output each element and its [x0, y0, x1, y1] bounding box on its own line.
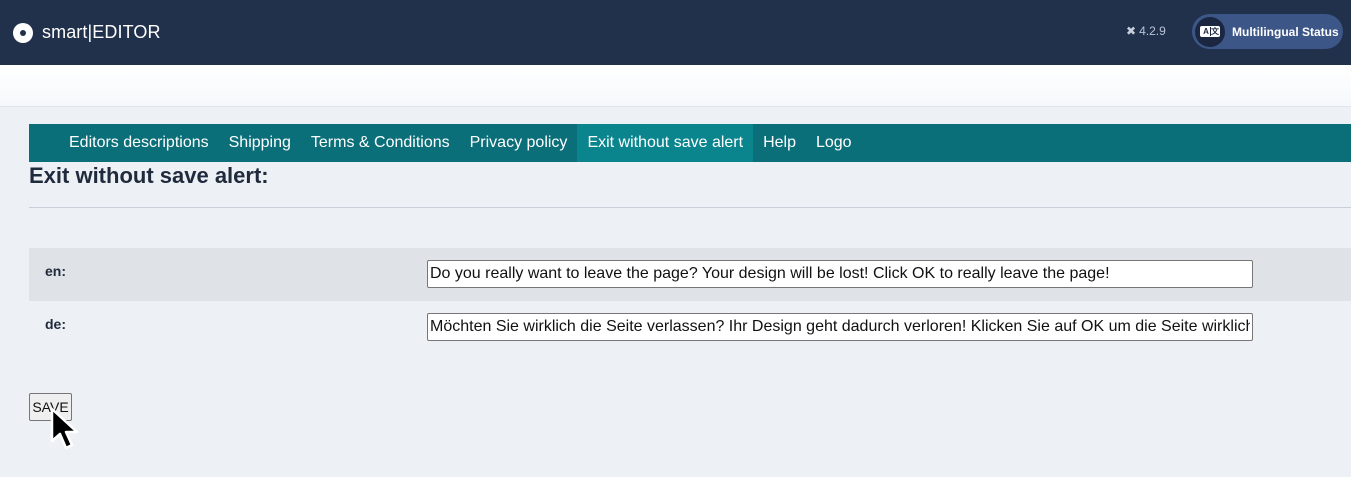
brand[interactable]: smart|EDITOR — [13, 22, 161, 43]
field-row-en: en: — [29, 248, 1351, 301]
joomla-icon: ✖ — [1126, 24, 1137, 38]
tab-navigation: Editors descriptions Shipping Terms & Co… — [29, 124, 1351, 162]
language-icon: A 文 — [1195, 16, 1225, 47]
toolbar-area — [0, 65, 1351, 107]
top-header-bar: smart|EDITOR ✖ 4.2.9 A 文 Multilingual St… — [0, 0, 1351, 65]
tab-help[interactable]: Help — [753, 124, 806, 162]
multilingual-status-label: Multilingual Status — [1232, 24, 1339, 39]
page-title: Exit without save alert: — [29, 163, 269, 188]
tab-terms-conditions[interactable]: Terms & Conditions — [301, 124, 460, 162]
tab-privacy-policy[interactable]: Privacy policy — [460, 124, 578, 162]
field-label-en: en: — [45, 263, 66, 279]
language-icon-left: A — [1203, 27, 1209, 36]
text-input-de[interactable] — [427, 313, 1253, 341]
field-label-de: de: — [45, 316, 66, 332]
save-button[interactable]: SAVE — [29, 393, 72, 421]
brand-title: smart|EDITOR — [42, 22, 161, 42]
field-row-de: de: — [29, 301, 1351, 354]
brand-logo-icon — [13, 22, 33, 43]
tab-logo[interactable]: Logo — [806, 124, 862, 162]
tab-exit-without-save-alert[interactable]: Exit without save alert — [577, 124, 754, 162]
language-icon-right: 文 — [1210, 27, 1219, 36]
version-number: 4.2.9 — [1139, 24, 1166, 38]
divider — [29, 207, 1351, 208]
multilingual-status-button[interactable]: A 文 Multilingual Status — [1192, 14, 1343, 49]
text-input-en[interactable] — [427, 260, 1253, 288]
version-info: ✖ 4.2.9 — [1126, 24, 1166, 38]
tab-shipping[interactable]: Shipping — [219, 124, 301, 162]
tab-editors-descriptions[interactable]: Editors descriptions — [59, 124, 219, 162]
